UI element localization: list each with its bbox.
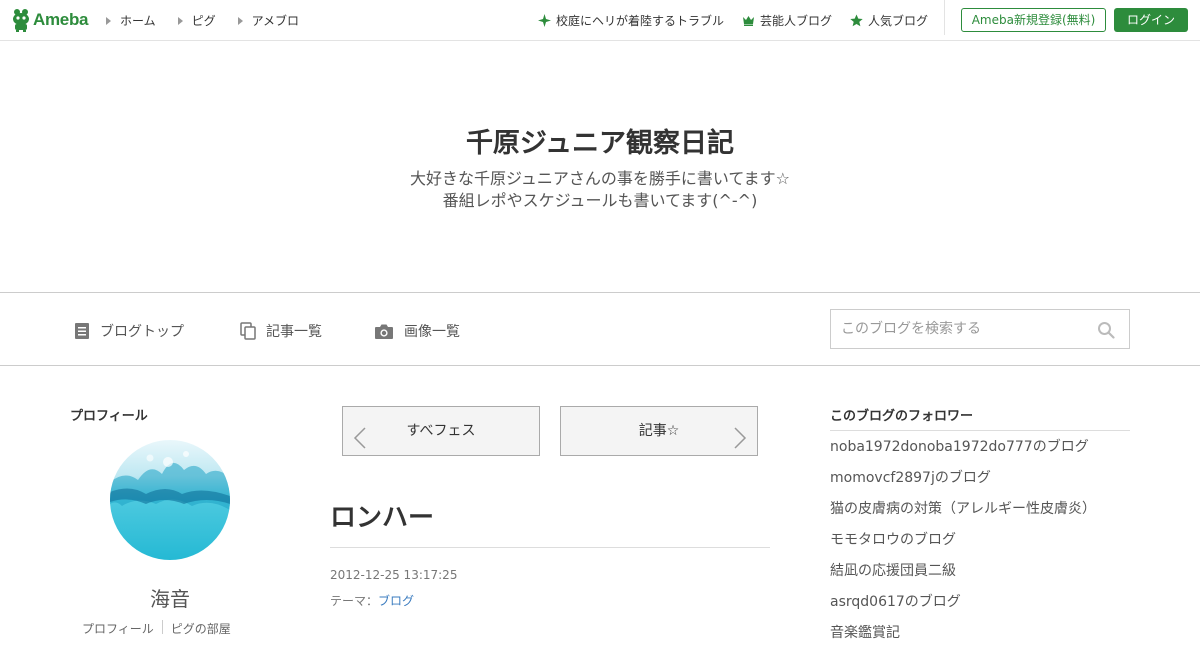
profile-heading: プロフィール <box>70 409 148 424</box>
chevron-left-icon <box>353 421 367 469</box>
global-header: Ameba ホーム ピグ アメブロ 校庭にヘリが着陸するトラブル 芸能人ブログ <box>0 0 1200 41</box>
document-icon <box>75 323 89 339</box>
prev-article-button[interactable]: すべフェス <box>342 406 540 456</box>
image-list-link[interactable]: 画像一覧 <box>374 321 460 341</box>
blog-description-line: 大好きな千原ジュニアさんの事を勝手に書いてます☆ <box>410 169 790 188</box>
triangle-right-icon <box>177 16 183 25</box>
ameba-logo[interactable]: Ameba <box>12 8 88 32</box>
profile-link[interactable]: プロフィール <box>82 620 154 637</box>
login-button[interactable]: ログイン <box>1114 8 1188 32</box>
follower-item[interactable]: 音楽鑑賞記 <box>830 623 1130 654</box>
nav-ameblo[interactable]: アメブロ <box>237 12 300 29</box>
blog-search <box>830 309 1130 349</box>
nav-label: ピグ <box>191 14 216 28</box>
article-divider <box>330 547 770 548</box>
global-nav: ホーム ピグ アメブロ <box>106 12 321 29</box>
article-theme: テーマ：ブログ <box>330 592 414 609</box>
water-splash-image <box>110 451 230 510</box>
image-list-label: 画像一覧 <box>404 324 460 340</box>
blog-description-line: 番組レポやスケジュールも書いてます(^-^) <box>442 191 758 210</box>
blog-top-label: ブログトップ <box>100 324 184 340</box>
follower-item[interactable]: 結凪の応援団員二級 <box>830 561 1130 592</box>
nav-home[interactable]: ホーム <box>106 12 156 29</box>
celebrity-blog-link[interactable]: 芸能人ブログ <box>742 12 832 29</box>
follower-item[interactable]: noba1972donoba1972do777のブログ <box>830 437 1130 468</box>
blog-nav: ブログトップ 記事一覧 画像一覧 <box>0 292 1200 366</box>
trending-topic-label: 校庭にヘリが着陸するトラブル <box>555 14 724 28</box>
celebrity-blog-label: 芸能人ブログ <box>759 14 832 28</box>
blog-search-input[interactable] <box>831 310 1081 348</box>
blog-description: 大好きな千原ジュニアさんの事を勝手に書いてます☆ 番組レポやスケジュールも書いて… <box>0 168 1200 212</box>
header-divider <box>944 0 945 35</box>
search-icon[interactable] <box>1097 321 1115 343</box>
article-list-link[interactable]: 記事一覧 <box>240 321 322 341</box>
follower-item[interactable]: momovcf2897jのブログ <box>830 468 1130 499</box>
profile-avatar[interactable] <box>110 440 230 560</box>
trending-topic-link[interactable]: 校庭にヘリが着陸するトラブル <box>537 12 724 29</box>
follower-item[interactable]: 猫の皮膚病の対策（アレルギー性皮膚炎） <box>830 499 1130 530</box>
prev-article-label: すべフェス <box>406 423 476 439</box>
crown-icon <box>742 14 755 27</box>
nav-label: ホーム <box>120 14 156 28</box>
chevron-right-icon <box>733 421 747 469</box>
article-list-label: 記事一覧 <box>266 324 322 340</box>
triangle-right-icon <box>237 16 243 25</box>
profile-name[interactable]: 海音 <box>110 583 230 612</box>
triangle-right-icon <box>106 16 111 25</box>
nav-pigg[interactable]: ピグ <box>177 12 216 29</box>
popular-blog-label: 人気ブログ <box>867 14 928 28</box>
blog-top-link[interactable]: ブログトップ <box>74 321 184 341</box>
blog-title[interactable]: 千原ジュニア観察日記 <box>0 121 1200 160</box>
follower-item[interactable]: モモタロウのブログ <box>830 530 1130 561</box>
theme-prefix: テーマ： <box>330 594 379 608</box>
header-links: 校庭にヘリが着陸するトラブル 芸能人ブログ 人気ブログ <box>520 12 928 29</box>
ameba-mascot-icon <box>12 8 30 32</box>
logo-text: Ameba <box>33 10 89 29</box>
followers-divider <box>830 430 1130 431</box>
profile-links: プロフィール ピグの部屋 <box>82 620 231 637</box>
next-article-button[interactable]: 記事☆ <box>560 406 758 456</box>
link-separator <box>161 620 163 634</box>
nav-label: アメブロ <box>251 14 300 28</box>
theme-link[interactable]: ブログ <box>378 594 414 608</box>
copy-icon <box>240 322 256 340</box>
pigg-room-link[interactable]: ピグの部屋 <box>171 620 231 637</box>
sparkle-icon <box>537 14 551 27</box>
star-icon <box>850 14 863 27</box>
followers-list: noba1972donoba1972do777のブログ momovcf2897j… <box>830 437 1130 654</box>
article-date: 2012-12-25 13:17:25 <box>330 568 458 582</box>
camera-icon <box>375 324 393 339</box>
article-title[interactable]: ロンハー <box>330 497 434 534</box>
followers-heading: このブログのフォロワー <box>830 409 974 424</box>
follower-item[interactable]: asrqd0617のブログ <box>830 592 1130 623</box>
register-button[interactable]: Ameba新規登録(無料) <box>961 8 1106 32</box>
popular-blog-link[interactable]: 人気ブログ <box>850 12 928 29</box>
next-article-label: 記事☆ <box>638 423 680 439</box>
